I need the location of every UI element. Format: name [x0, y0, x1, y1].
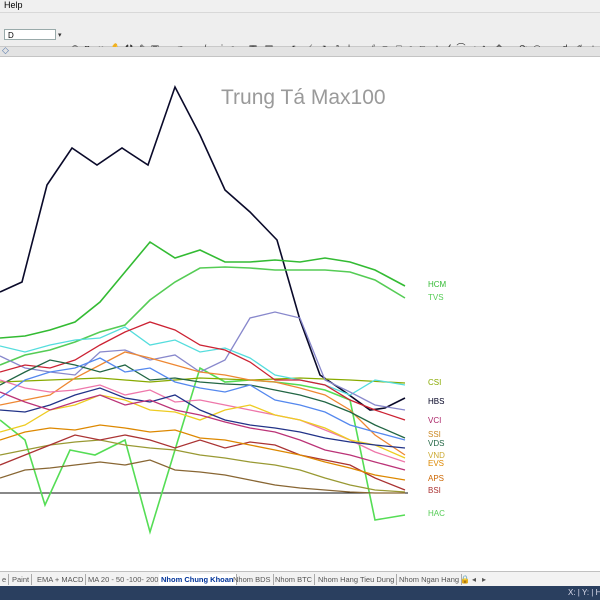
label-ssi: SSI — [428, 430, 441, 439]
tab-nhom-chung-khoan[interactable]: Nhom Chung Khoan — [159, 574, 237, 585]
label-tvs: TVS — [428, 293, 444, 302]
label-bsi: BSI — [428, 486, 441, 495]
label-hac: HAC — [428, 509, 445, 518]
tab-e[interactable]: e — [0, 574, 10, 585]
series-line — [0, 391, 406, 471]
tab-scroll-left-icon[interactable]: ◂ — [470, 574, 478, 585]
label-csi: CSI — [428, 378, 441, 387]
chart-title: Trung Tá Max100 — [221, 86, 386, 109]
tab-nhom-bds[interactable]: Nhom BDS — [231, 574, 274, 585]
series-line — [0, 351, 406, 456]
label-aps: APS — [428, 474, 444, 483]
tab-ma[interactable]: MA 20 - 50 -100- 200 — [86, 574, 162, 585]
label-vci: VCI — [428, 416, 441, 425]
tab-paint[interactable]: Paint — [10, 574, 33, 585]
sheet-tab-bar: e Paint EMA + MACD MA 20 - 50 -100- 200 … — [0, 571, 600, 586]
series-line — [0, 326, 406, 396]
series-line — [0, 266, 406, 366]
status-bar: X: | Y: | H — [0, 586, 600, 600]
series-line — [0, 240, 406, 339]
label-evs: EVS — [428, 459, 444, 468]
series-line — [0, 394, 406, 459]
tab-nhom-btc[interactable]: Nhom BTC — [273, 574, 316, 585]
status-coords: X: | Y: | H — [568, 588, 600, 597]
label-hbs: HBS — [428, 397, 444, 406]
tab-scroll-right-icon[interactable]: ▸ — [480, 574, 488, 585]
tab-nhom-hang-tieu-dung[interactable]: Nhom Hang Tieu Dung — [316, 574, 398, 585]
label-vds: VDS — [428, 439, 444, 448]
series-line — [0, 459, 405, 494]
label-hcm: HCM — [428, 280, 447, 289]
tab-nhom-ngan-hang[interactable]: Nhom Ngan Hang — [397, 574, 463, 585]
tab-ema-macd[interactable]: EMA + MACD — [35, 574, 87, 585]
